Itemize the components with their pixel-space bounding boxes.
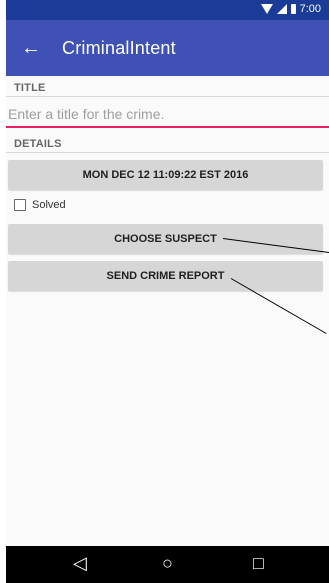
status-bar: 7:00 xyxy=(6,0,329,20)
app-toolbar: ← CriminalIntent xyxy=(6,20,329,76)
phone-screen: 7:00 ← CriminalIntent TITLE DETAILS MON … xyxy=(0,0,329,583)
wifi-icon xyxy=(260,4,273,14)
title-divider xyxy=(6,96,329,97)
solved-row[interactable]: Solved xyxy=(14,199,66,211)
system-nav-bar: ◁ ○ □ xyxy=(6,546,329,583)
nav-recents-icon[interactable]: □ xyxy=(253,554,264,572)
crime-date-button[interactable]: MON DEC 12 11:09:22 EST 2016 xyxy=(8,160,323,190)
battery-icon xyxy=(290,4,296,14)
choose-suspect-button[interactable]: CHOOSE SUSPECT xyxy=(8,224,323,254)
solved-checkbox[interactable] xyxy=(14,199,26,211)
send-crime-report-button[interactable]: SEND CRIME REPORT xyxy=(8,261,323,291)
details-section-header: DETAILS xyxy=(14,138,62,150)
nav-home-icon[interactable]: ○ xyxy=(162,554,173,572)
title-section-header: TITLE xyxy=(14,82,46,94)
nav-back-icon[interactable]: ◁ xyxy=(73,554,87,572)
crime-title-input[interactable] xyxy=(6,101,329,126)
back-arrow-icon[interactable]: ← xyxy=(20,38,42,58)
app-root: 7:00 ← CriminalIntent TITLE DETAILS MON … xyxy=(6,0,329,583)
app-title: CriminalIntent xyxy=(62,38,176,58)
solved-label: Solved xyxy=(32,199,66,211)
status-time: 7:00 xyxy=(299,3,321,15)
signal-icon xyxy=(276,4,287,14)
crime-title-underline xyxy=(6,126,329,128)
details-divider xyxy=(6,152,329,153)
status-icons: 7:00 xyxy=(260,3,321,15)
